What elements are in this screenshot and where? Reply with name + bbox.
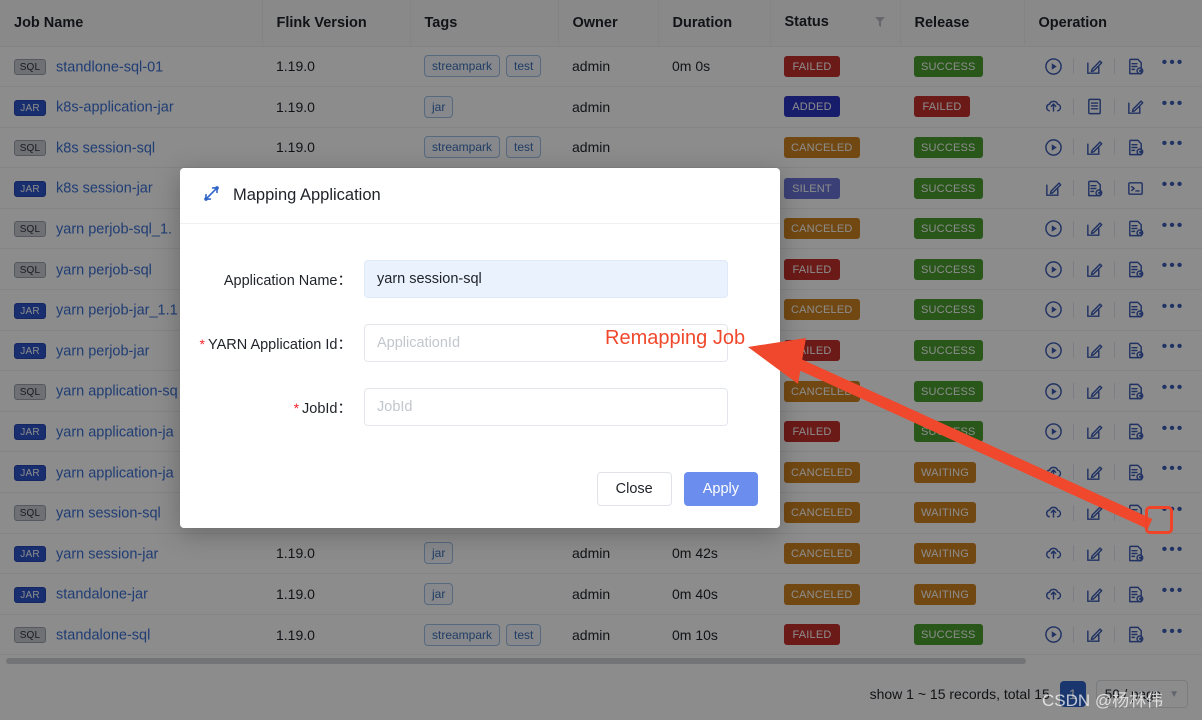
job-id-input[interactable] [364,388,728,426]
app-root: Job Name Flink Version Tags Owner Durati… [0,0,1202,720]
annotation-label: Remapping Job [605,327,746,349]
job-id-label: * JobId： [180,397,364,418]
field-row-application-name: Application Name： [180,260,780,298]
field-row-job-id: * JobId： [180,388,780,426]
yarn-application-id-label-text: YARN Application Id： [208,336,352,353]
mapping-arrows-icon [202,184,221,208]
apply-button[interactable]: Apply [683,472,758,506]
application-name-input[interactable] [364,260,728,298]
job-id-label-text: JobId： [302,400,352,417]
modal-body: Application Name： *YARN Application Id： … [180,224,780,426]
modal-header: Mapping Application [180,168,780,224]
yarn-application-id-label: * YARN Application Id： [180,333,364,354]
application-name-control [364,260,728,298]
required-asterisk-jobid: * [293,399,300,416]
job-id-control [364,388,728,426]
required-asterisk-yarn: * [199,335,205,352]
close-button[interactable]: Close [596,472,672,506]
watermark: CSDN @杨林伟 [1042,691,1164,710]
application-name-label: Application Name： [223,272,352,289]
modal-title: Mapping Application [233,186,381,204]
modal-footer: Close Apply [180,472,780,528]
